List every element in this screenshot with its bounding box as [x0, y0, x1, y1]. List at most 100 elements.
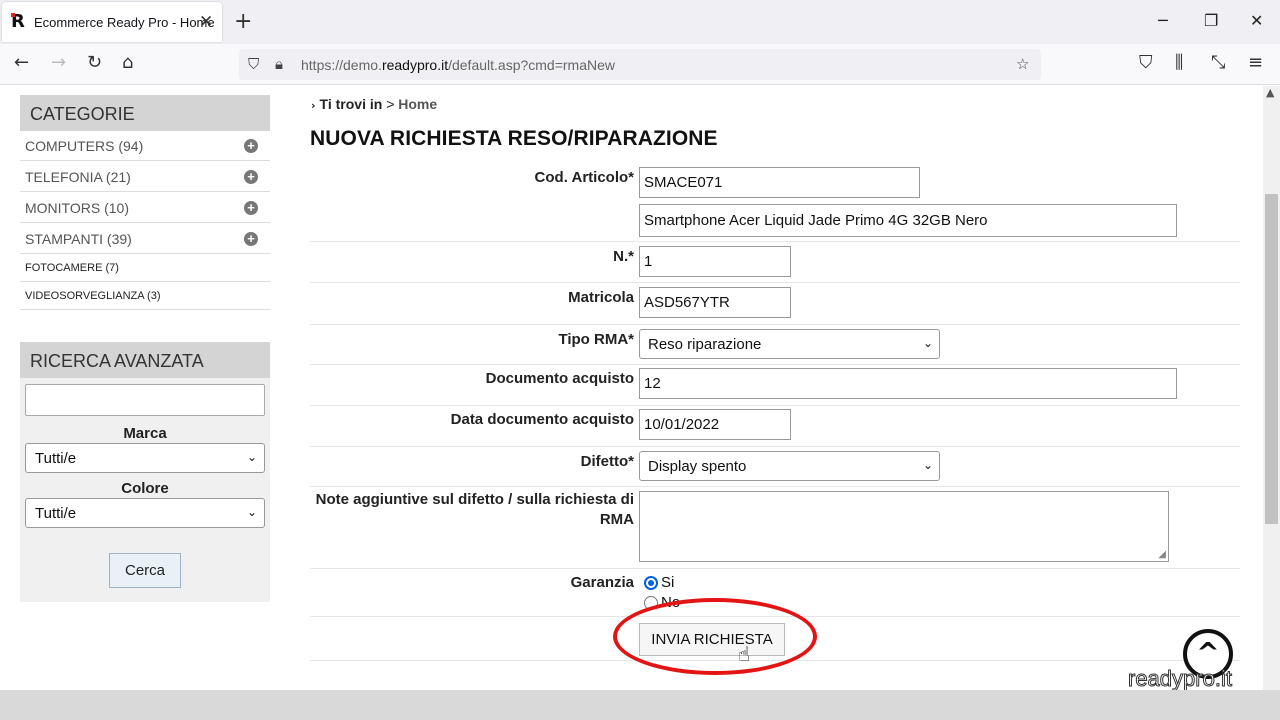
chevron-down-icon: ⌄ — [922, 458, 933, 472]
document-date-label: Data documento acquisto — [450, 411, 634, 428]
document-label: Documento acquisto — [485, 370, 634, 387]
extensions-icon[interactable]: ⤡ — [1211, 53, 1225, 73]
chevron-down-icon: ⌄ — [246, 505, 257, 519]
tab-close-icon[interactable]: ✕ — [199, 12, 213, 32]
category-label[interactable]: MONITORS (10) — [25, 200, 129, 216]
document-input[interactable]: 12 — [639, 368, 1177, 399]
advanced-search-box: RICERCA AVANZATA Marca Tutti/e ⌄ Colore … — [20, 342, 270, 602]
category-item-fotocamere[interactable]: FOTOCAMERE (7) — [20, 254, 270, 282]
divider — [310, 364, 1240, 365]
brand-select-value: Tutti/e — [35, 450, 77, 467]
restore-icon[interactable]: ❐ — [1204, 11, 1218, 30]
description-input[interactable]: Smartphone Acer Liquid Jade Primo 4G 32G… — [639, 204, 1177, 237]
divider — [310, 324, 1240, 325]
lock-icon[interactable]: 🔒︎ — [275, 55, 283, 73]
library-icon[interactable]: ⫼ — [1175, 53, 1183, 73]
expand-plus-icon[interactable]: + — [244, 232, 258, 246]
warranty-yes-radio[interactable] — [644, 576, 658, 590]
code-input[interactable]: SMACE071 — [639, 167, 920, 198]
expand-plus-icon[interactable]: + — [244, 170, 258, 184]
defect-select[interactable]: Display spento ⌄ — [639, 451, 940, 481]
browser-tab[interactable]: R Ecommerce Ready Pro - Home ✕ — [2, 2, 222, 42]
hand-cursor-icon: ☝ — [738, 642, 751, 666]
tab-title: Ecommerce Ready Pro - Home — [34, 15, 215, 30]
quantity-label: N.* — [613, 248, 634, 265]
category-label[interactable]: COMPUTERS (94) — [25, 138, 143, 154]
category-item-stampanti[interactable]: STAMPANTI (39) + — [20, 223, 270, 254]
reload-icon[interactable]: ↻ — [87, 53, 102, 73]
new-tab-icon[interactable]: + — [234, 9, 252, 34]
divider — [310, 486, 1240, 487]
browser-toolbar: ← → ↻ ⌂ ⛉ 🔒︎ https://demo.readypro.it/de… — [0, 44, 1280, 85]
page-scrollbar[interactable]: ▲ — [1263, 86, 1280, 690]
rma-type-value: Reso riparazione — [648, 336, 762, 353]
category-list: COMPUTERS (94) + TELEFONIA (21) + MONITO… — [20, 130, 270, 310]
breadcrumb: › Ti trovi in > Home — [311, 96, 437, 112]
notes-textarea[interactable]: ◢ — [639, 491, 1169, 562]
forward-icon[interactable]: → — [51, 53, 66, 73]
defect-label: Difetto* — [580, 453, 634, 470]
resize-grip-icon[interactable]: ◢ — [1158, 549, 1166, 560]
menu-icon[interactable]: ≡ — [1248, 53, 1263, 73]
scrollbar-thumb[interactable] — [1265, 194, 1278, 524]
shield-icon[interactable]: ⛉ — [248, 55, 259, 73]
url-bar[interactable]: ⛉ 🔒︎ https://demo.readypro.it/default.as… — [239, 49, 1041, 80]
minimize-icon[interactable]: ─ — [1158, 11, 1168, 30]
divider — [310, 282, 1240, 283]
chevron-down-icon: ⌄ — [246, 450, 257, 464]
categories-box: CATEGORIE — [20, 95, 270, 131]
advanced-search-input[interactable] — [25, 384, 265, 416]
color-select-value: Tutti/e — [35, 505, 77, 522]
color-select[interactable]: Tutti/e ⌄ — [25, 498, 265, 528]
search-button[interactable]: Cerca — [109, 553, 181, 588]
page-title: NUOVA RICHIESTA RESO/RIPARAZIONE — [310, 127, 718, 150]
expand-plus-icon[interactable]: + — [244, 139, 258, 153]
scroll-up-arrow-icon[interactable]: ▲ — [1266, 86, 1274, 99]
chevron-right-icon: › — [311, 99, 316, 112]
home-icon[interactable]: ⌂ — [122, 53, 133, 73]
divider — [310, 446, 1240, 447]
defect-value: Display spento — [648, 458, 747, 475]
expand-plus-icon[interactable]: + — [244, 201, 258, 215]
site-favicon-icon: R — [11, 11, 25, 32]
brand-select[interactable]: Tutti/e ⌄ — [25, 443, 265, 473]
category-item-computers[interactable]: COMPUTERS (94) + — [20, 130, 270, 161]
url-text[interactable]: https://demo.readypro.it/default.asp?cmd… — [301, 57, 615, 73]
highlight-annotation-circle — [613, 598, 817, 675]
divider — [310, 405, 1240, 406]
advanced-search-title: RICERCA AVANZATA — [20, 342, 270, 378]
browser-tab-bar: R Ecommerce Ready Pro - Home ✕ + ─ ❐ ✕ — [0, 0, 1280, 44]
notes-label: Note aggiuntive sul difetto / sulla rich… — [315, 491, 634, 528]
rma-type-label: Tipo RMA* — [558, 331, 634, 348]
quantity-input[interactable]: 1 — [639, 246, 791, 277]
pocket-icon[interactable]: ⛉ — [1139, 53, 1153, 73]
bookmark-star-icon[interactable]: ☆ — [1016, 55, 1029, 73]
category-item-videosorveglianza[interactable]: VIDEOSORVEGLIANZA (3) — [20, 282, 270, 310]
serial-label: Matricola — [568, 289, 634, 306]
category-item-telefonia[interactable]: TELEFONIA (21) + — [20, 161, 270, 192]
warranty-yes-label[interactable]: Si — [661, 574, 674, 591]
color-label: Colore — [121, 480, 169, 497]
category-label[interactable]: TELEFONIA (21) — [25, 169, 131, 185]
category-label[interactable]: STAMPANTI (39) — [25, 231, 132, 247]
back-icon[interactable]: ← — [14, 53, 29, 73]
document-date-input[interactable]: 10/01/2022 — [639, 409, 791, 440]
divider — [310, 568, 1240, 569]
breadcrumb-prefix: Ti trovi in — [319, 96, 383, 112]
breadcrumb-separator: > — [386, 96, 395, 112]
page-footer-band — [0, 690, 1280, 720]
category-label[interactable]: VIDEOSORVEGLIANZA (3) — [25, 290, 161, 302]
page-content: CATEGORIE COMPUTERS (94) + TELEFONIA (21… — [0, 86, 1263, 690]
code-label: Cod. Articolo* — [534, 169, 634, 186]
breadcrumb-home-link[interactable]: Home — [398, 96, 437, 112]
watermark-logo: readypro.it — [1128, 666, 1233, 691]
warranty-label: Garanzia — [570, 574, 634, 591]
close-window-icon[interactable]: ✕ — [1250, 11, 1263, 30]
chevron-down-icon: ⌄ — [922, 336, 933, 350]
category-item-monitors[interactable]: MONITORS (10) + — [20, 192, 270, 223]
category-label[interactable]: FOTOCAMERE (7) — [25, 262, 119, 274]
categories-title: CATEGORIE — [20, 95, 270, 131]
serial-input[interactable]: ASD567YTR — [639, 287, 791, 318]
divider — [310, 241, 1240, 242]
rma-type-select[interactable]: Reso riparazione ⌄ — [639, 329, 940, 359]
